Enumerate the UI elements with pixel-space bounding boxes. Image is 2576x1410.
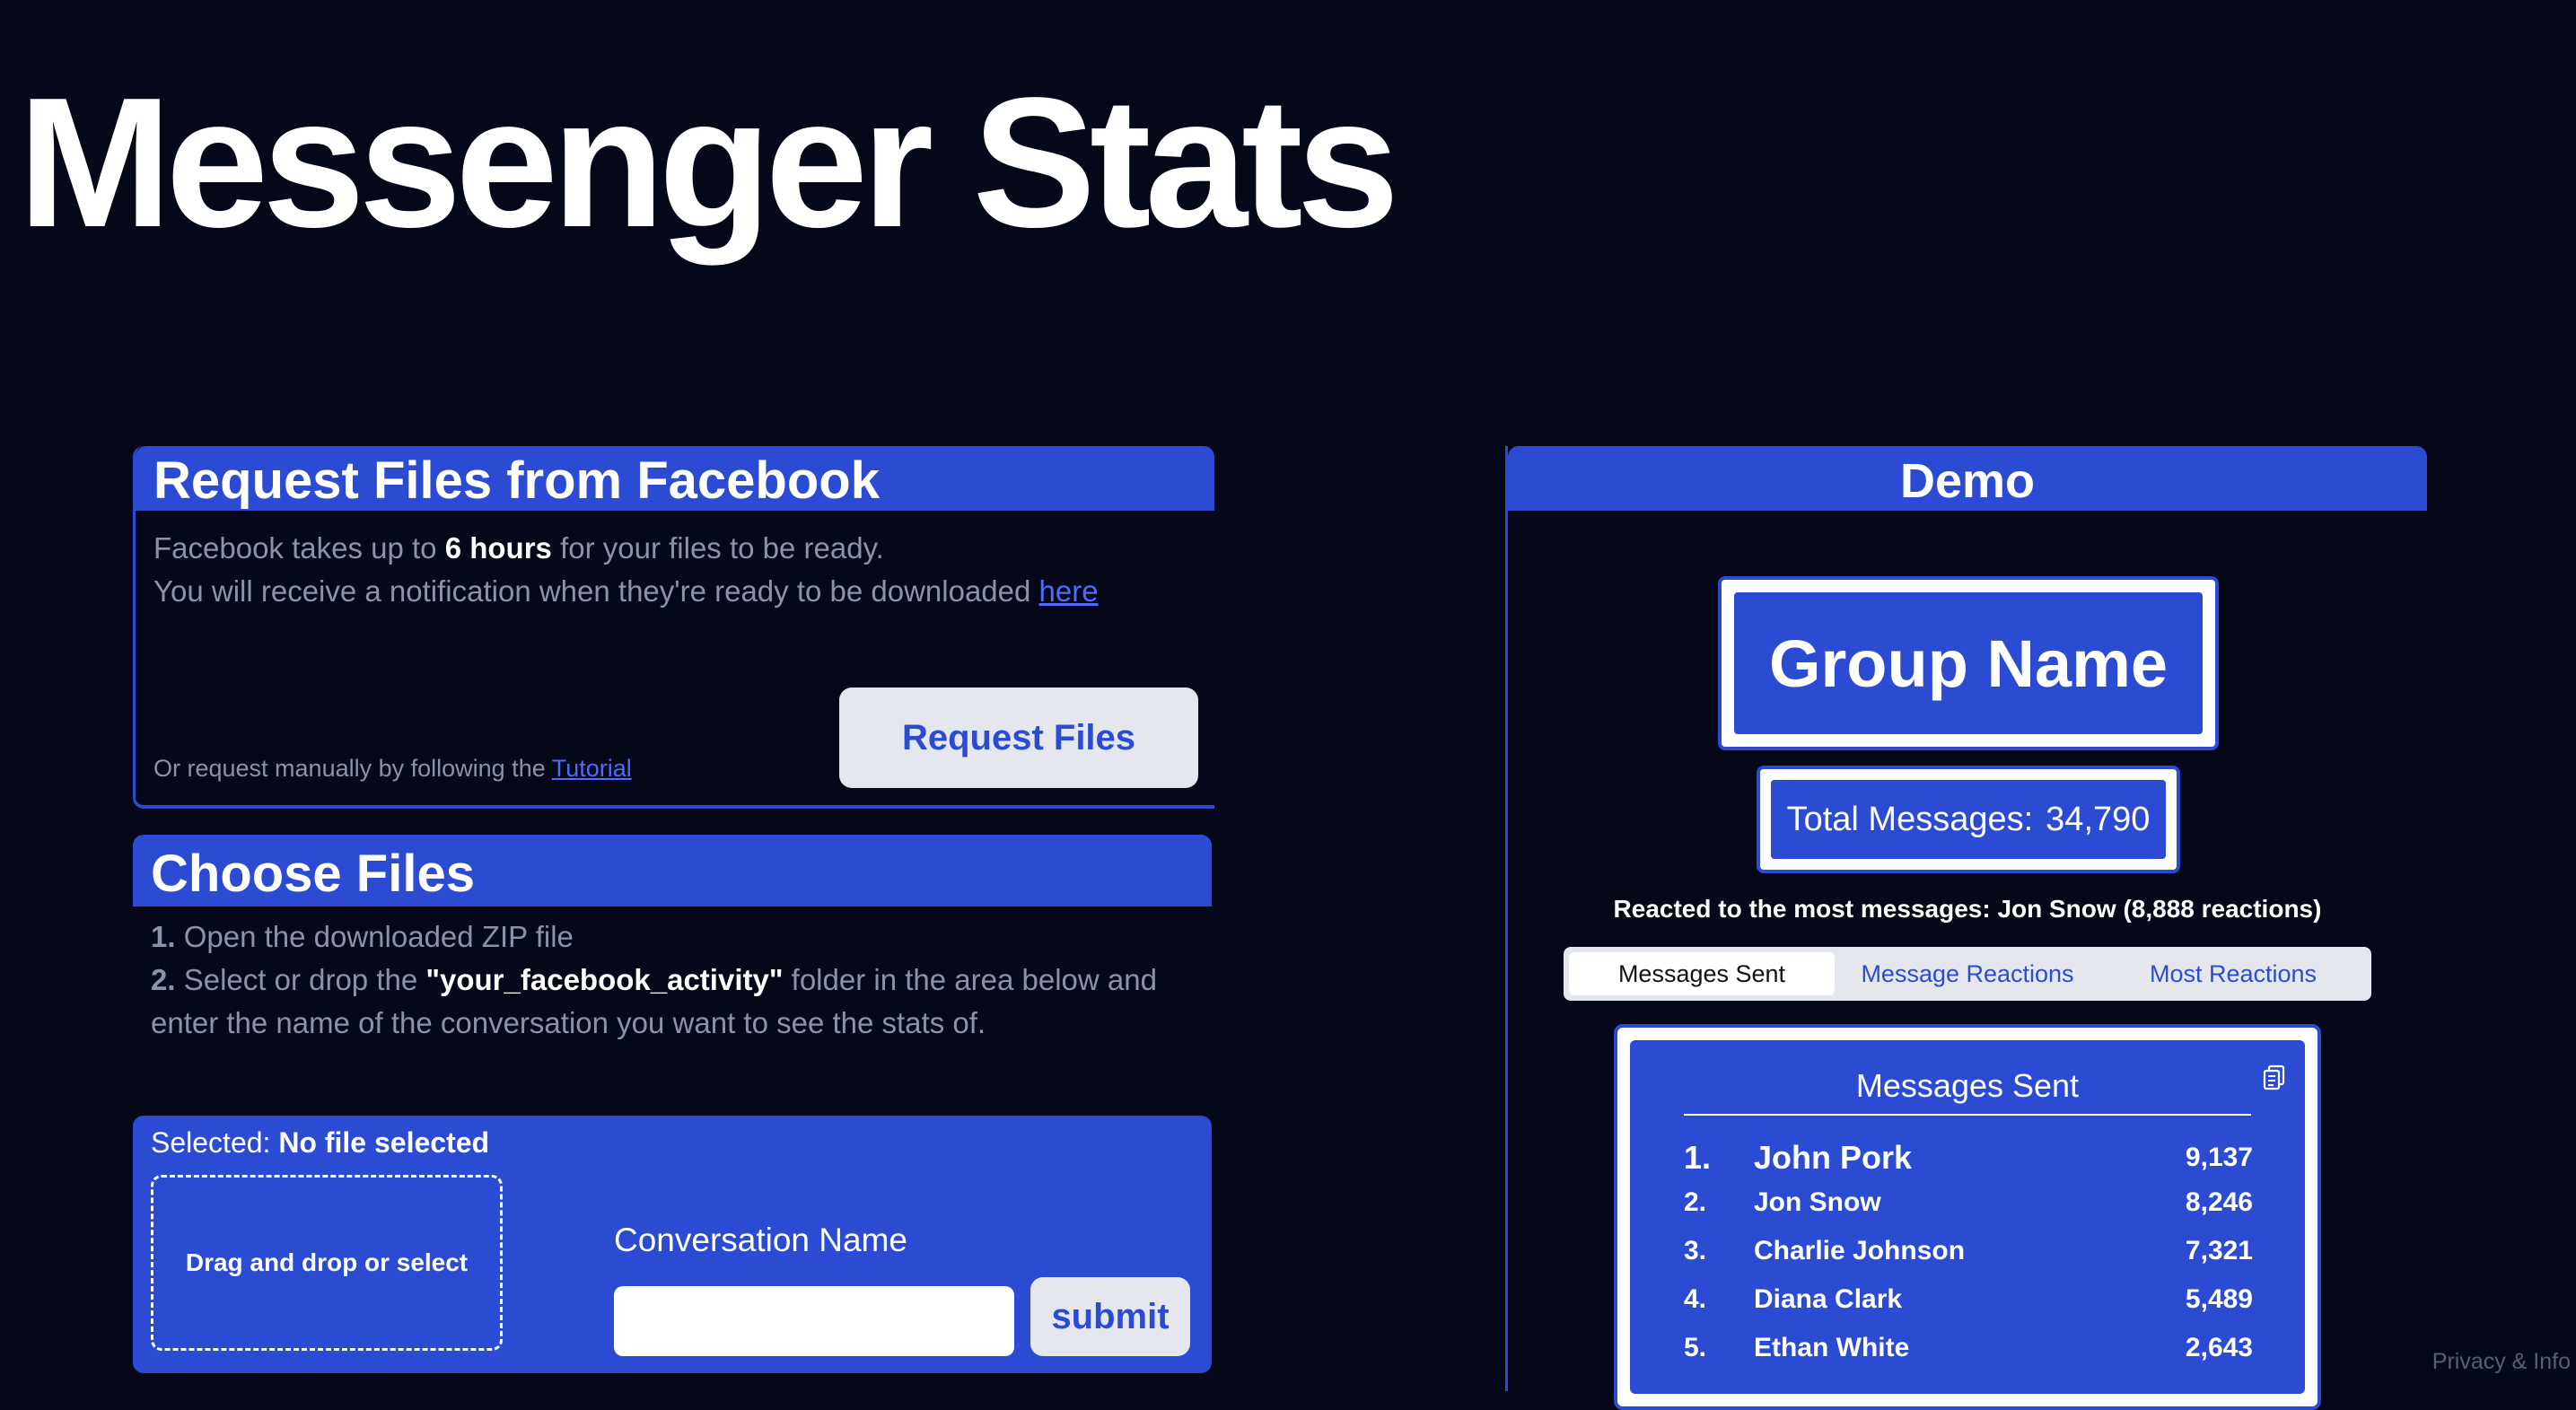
clipboard-copy-icon[interactable]: [2262, 1064, 2287, 1090]
most-reacted-text: Reacted to the most messages: Jon Snow (…: [1613, 895, 2322, 923]
wait-time: 6 hours: [444, 531, 552, 565]
tab-messages-sent[interactable]: Messages Sent: [1569, 952, 1835, 995]
upload-panel: Selected: No file selected Drag and drop…: [133, 1116, 1212, 1373]
total-messages-label: Total Messages:: [1786, 800, 2034, 838]
stats-list-box: Messages Sent 1. John Pork 9,137 2. Jon …: [1614, 1024, 2321, 1410]
manual-request-note: Or request manually by following the Tut…: [153, 755, 632, 782]
group-name-box: Group Name: [1718, 576, 2219, 750]
choose-files-card: Choose Files 1. Open the downloaded ZIP …: [133, 835, 1212, 1373]
file-dropzone[interactable]: Drag and drop or select: [151, 1175, 503, 1351]
conversation-name-input[interactable]: [614, 1286, 1014, 1356]
submit-button[interactable]: submit: [1030, 1277, 1190, 1356]
group-name: Group Name: [1734, 592, 2203, 734]
conversation-name-label: Conversation Name: [614, 1222, 907, 1258]
demo-card: Demo Group Name Total Messages: 34,790 R…: [1505, 446, 2427, 1410]
table-row: 2. Jon Snow 8,246: [1684, 1187, 2253, 1217]
request-files-card: Request Files from Facebook Facebook tak…: [133, 446, 1214, 809]
privacy-info-link[interactable]: Privacy & Info: [2432, 1349, 2571, 1375]
choose-files-header: Choose Files: [133, 835, 1212, 906]
total-messages-box: Total Messages: 34,790: [1757, 766, 2180, 873]
selected-file-status: Selected: No file selected: [151, 1126, 490, 1159]
total-messages-value: 34,790: [2046, 800, 2151, 838]
facebook-download-link[interactable]: here: [1039, 574, 1099, 608]
tutorial-link[interactable]: Tutorial: [552, 755, 632, 782]
choose-instructions: 1. Open the downloaded ZIP file 2. Selec…: [151, 920, 1157, 1039]
stats-rows: 1. John Pork 9,137 2. Jon Snow 8,246 3. …: [1684, 1139, 2253, 1381]
stats-list-title: Messages Sent: [1684, 1067, 2251, 1116]
table-row: 5. Ethan White 2,643: [1684, 1333, 2253, 1362]
page-title: Messenger Stats: [18, 59, 1399, 266]
request-files-button[interactable]: Request Files: [839, 687, 1198, 788]
demo-header: Demo: [1508, 446, 2427, 511]
request-description: Facebook takes up to 6 hours for your fi…: [153, 531, 1099, 608]
table-row: 1. John Pork 9,137: [1684, 1139, 2253, 1176]
table-row: 3. Charlie Johnson 7,321: [1684, 1236, 2253, 1265]
request-files-header: Request Files from Facebook: [136, 446, 1214, 511]
table-row: 4. Diana Clark 5,489: [1684, 1284, 2253, 1314]
stats-tabs: Messages Sent Message Reactions Most Rea…: [1564, 947, 2371, 1001]
tab-most-reactions[interactable]: Most Reactions: [2100, 952, 2366, 995]
tab-message-reactions[interactable]: Message Reactions: [1835, 952, 2100, 995]
folder-name: "your_facebook_activity": [425, 963, 784, 996]
